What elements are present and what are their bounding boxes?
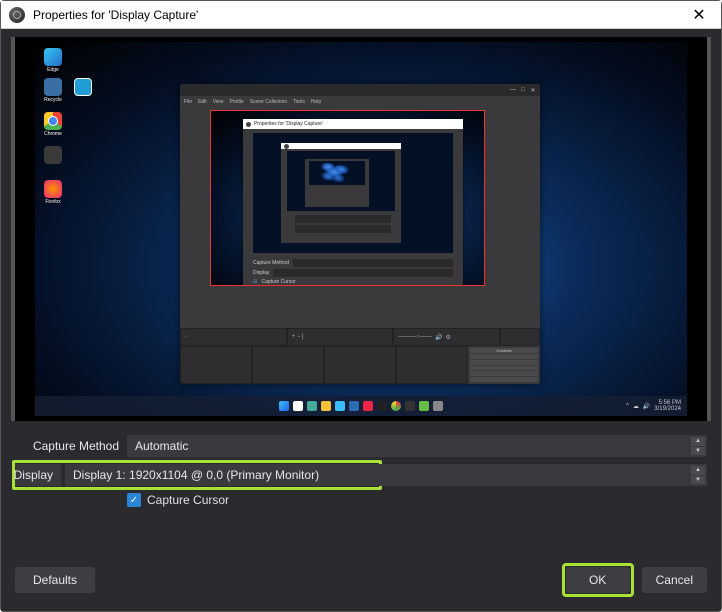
capture-method-label: Capture Method [15, 439, 127, 453]
ok-highlight: OK [562, 563, 634, 597]
taskbar-icon [363, 401, 373, 411]
ok-button[interactable]: OK [566, 567, 630, 593]
display-value: Display 1: 1920x1104 @ 0,0 (Primary Moni… [73, 468, 319, 482]
taskbar: ^ ☁ 🔊 5:56 PM 3/19/2024 [35, 396, 687, 416]
chevron-up-icon[interactable]: ▲ [691, 437, 705, 446]
chrome-taskbar-icon [391, 401, 401, 411]
capture-method-row: Capture Method Automatic ▲▼ [15, 435, 707, 457]
obs-taskbar-icon [377, 401, 387, 411]
nested-docks: Controls [180, 346, 540, 384]
nested-menubar: FileEditViewProfileScene CollectionTools… [180, 96, 540, 108]
desktop-icons: Edge Chrome Firefox [41, 48, 65, 214]
desktop-icon-chrome: Chrome [41, 112, 65, 140]
wifi-icon: 🔊 [643, 403, 650, 410]
desktop-icon-firefox: Firefox [41, 180, 65, 208]
explorer-icon [321, 401, 331, 411]
desktop-icon-cmd [71, 78, 95, 106]
minimize-icon: — [510, 87, 516, 93]
display-label: Display [15, 464, 61, 486]
desktop-icon-recycle: Recycle [41, 78, 65, 106]
window-title: Properties for 'Display Capture' [33, 8, 685, 22]
display-row-highlighted: Display Display 1: 1920x1104 @ 0,0 (Prim… [15, 463, 707, 487]
properties-dialog: Properties for 'Display Capture' ✕ Edge … [0, 0, 722, 612]
taskbar-icon [419, 401, 429, 411]
cancel-button[interactable]: Cancel [642, 567, 707, 593]
edge-icon [335, 401, 345, 411]
dialog-footer: Defaults OK Cancel [1, 549, 721, 611]
tray-icon: ^ [626, 403, 629, 409]
store-icon [349, 401, 359, 411]
maximize-icon: □ [520, 87, 526, 93]
nested-obs-window: — □ ✕ FileEditViewProfileScene Collectio… [180, 84, 540, 384]
preview-container: Edge Chrome Firefox Recycle [1, 29, 721, 429]
capture-cursor-checkbox[interactable]: ✓ [127, 493, 141, 507]
spin-buttons[interactable]: ▲▼ [691, 466, 705, 484]
desktop-icon-edge: Edge [41, 48, 65, 76]
capture-method-select[interactable]: Automatic ▲▼ [127, 435, 707, 457]
nested-preview: Properties for 'Display Capture' [210, 110, 485, 286]
chevron-up-icon[interactable]: ▲ [691, 466, 705, 475]
chevron-down-icon[interactable]: ▼ [691, 476, 705, 485]
desktop-preview: Edge Chrome Firefox Recycle [35, 42, 687, 416]
chevron-down-icon[interactable]: ▼ [691, 447, 705, 456]
cloud-icon: ☁ [633, 403, 639, 410]
capture-method-value: Automatic [135, 439, 188, 453]
close-icon: ✕ [530, 87, 536, 93]
nested-toolbar: ◦ + − | ———○——🔊⚙ [180, 328, 540, 346]
desktop-icons-row2: Recycle [41, 78, 95, 112]
system-tray: ^ ☁ 🔊 5:56 PM 3/19/2024 [626, 396, 681, 416]
spin-buttons[interactable]: ▲▼ [691, 437, 705, 455]
close-icon[interactable]: ✕ [685, 5, 713, 25]
taskbar-icon [433, 401, 443, 411]
taskbar-icon [405, 401, 415, 411]
display-select-ext[interactable]: ▲▼ [377, 464, 707, 486]
desktop-icon-app [41, 146, 65, 174]
defaults-button[interactable]: Defaults [15, 567, 95, 593]
capture-preview: Edge Chrome Firefox Recycle [11, 37, 711, 421]
titlebar: Properties for 'Display Capture' ✕ [1, 1, 721, 29]
fields: Capture Method Automatic ▲▼ Display Disp… [1, 429, 721, 507]
tray-date: 3/19/2024 [654, 406, 681, 412]
obs-icon [9, 7, 25, 23]
taskview-icon [307, 401, 317, 411]
nested-titlebar: — □ ✕ [180, 84, 540, 96]
nested-properties-dialog: Properties for 'Display Capture' [243, 119, 463, 285]
capture-cursor-row: ✓ Capture Cursor [15, 493, 707, 507]
start-icon [279, 401, 289, 411]
search-icon [293, 401, 303, 411]
dialog-body: Edge Chrome Firefox Recycle [1, 29, 721, 611]
capture-cursor-label: Capture Cursor [147, 493, 229, 507]
display-select[interactable]: Display 1: 1920x1104 @ 0,0 (Primary Moni… [65, 464, 379, 486]
